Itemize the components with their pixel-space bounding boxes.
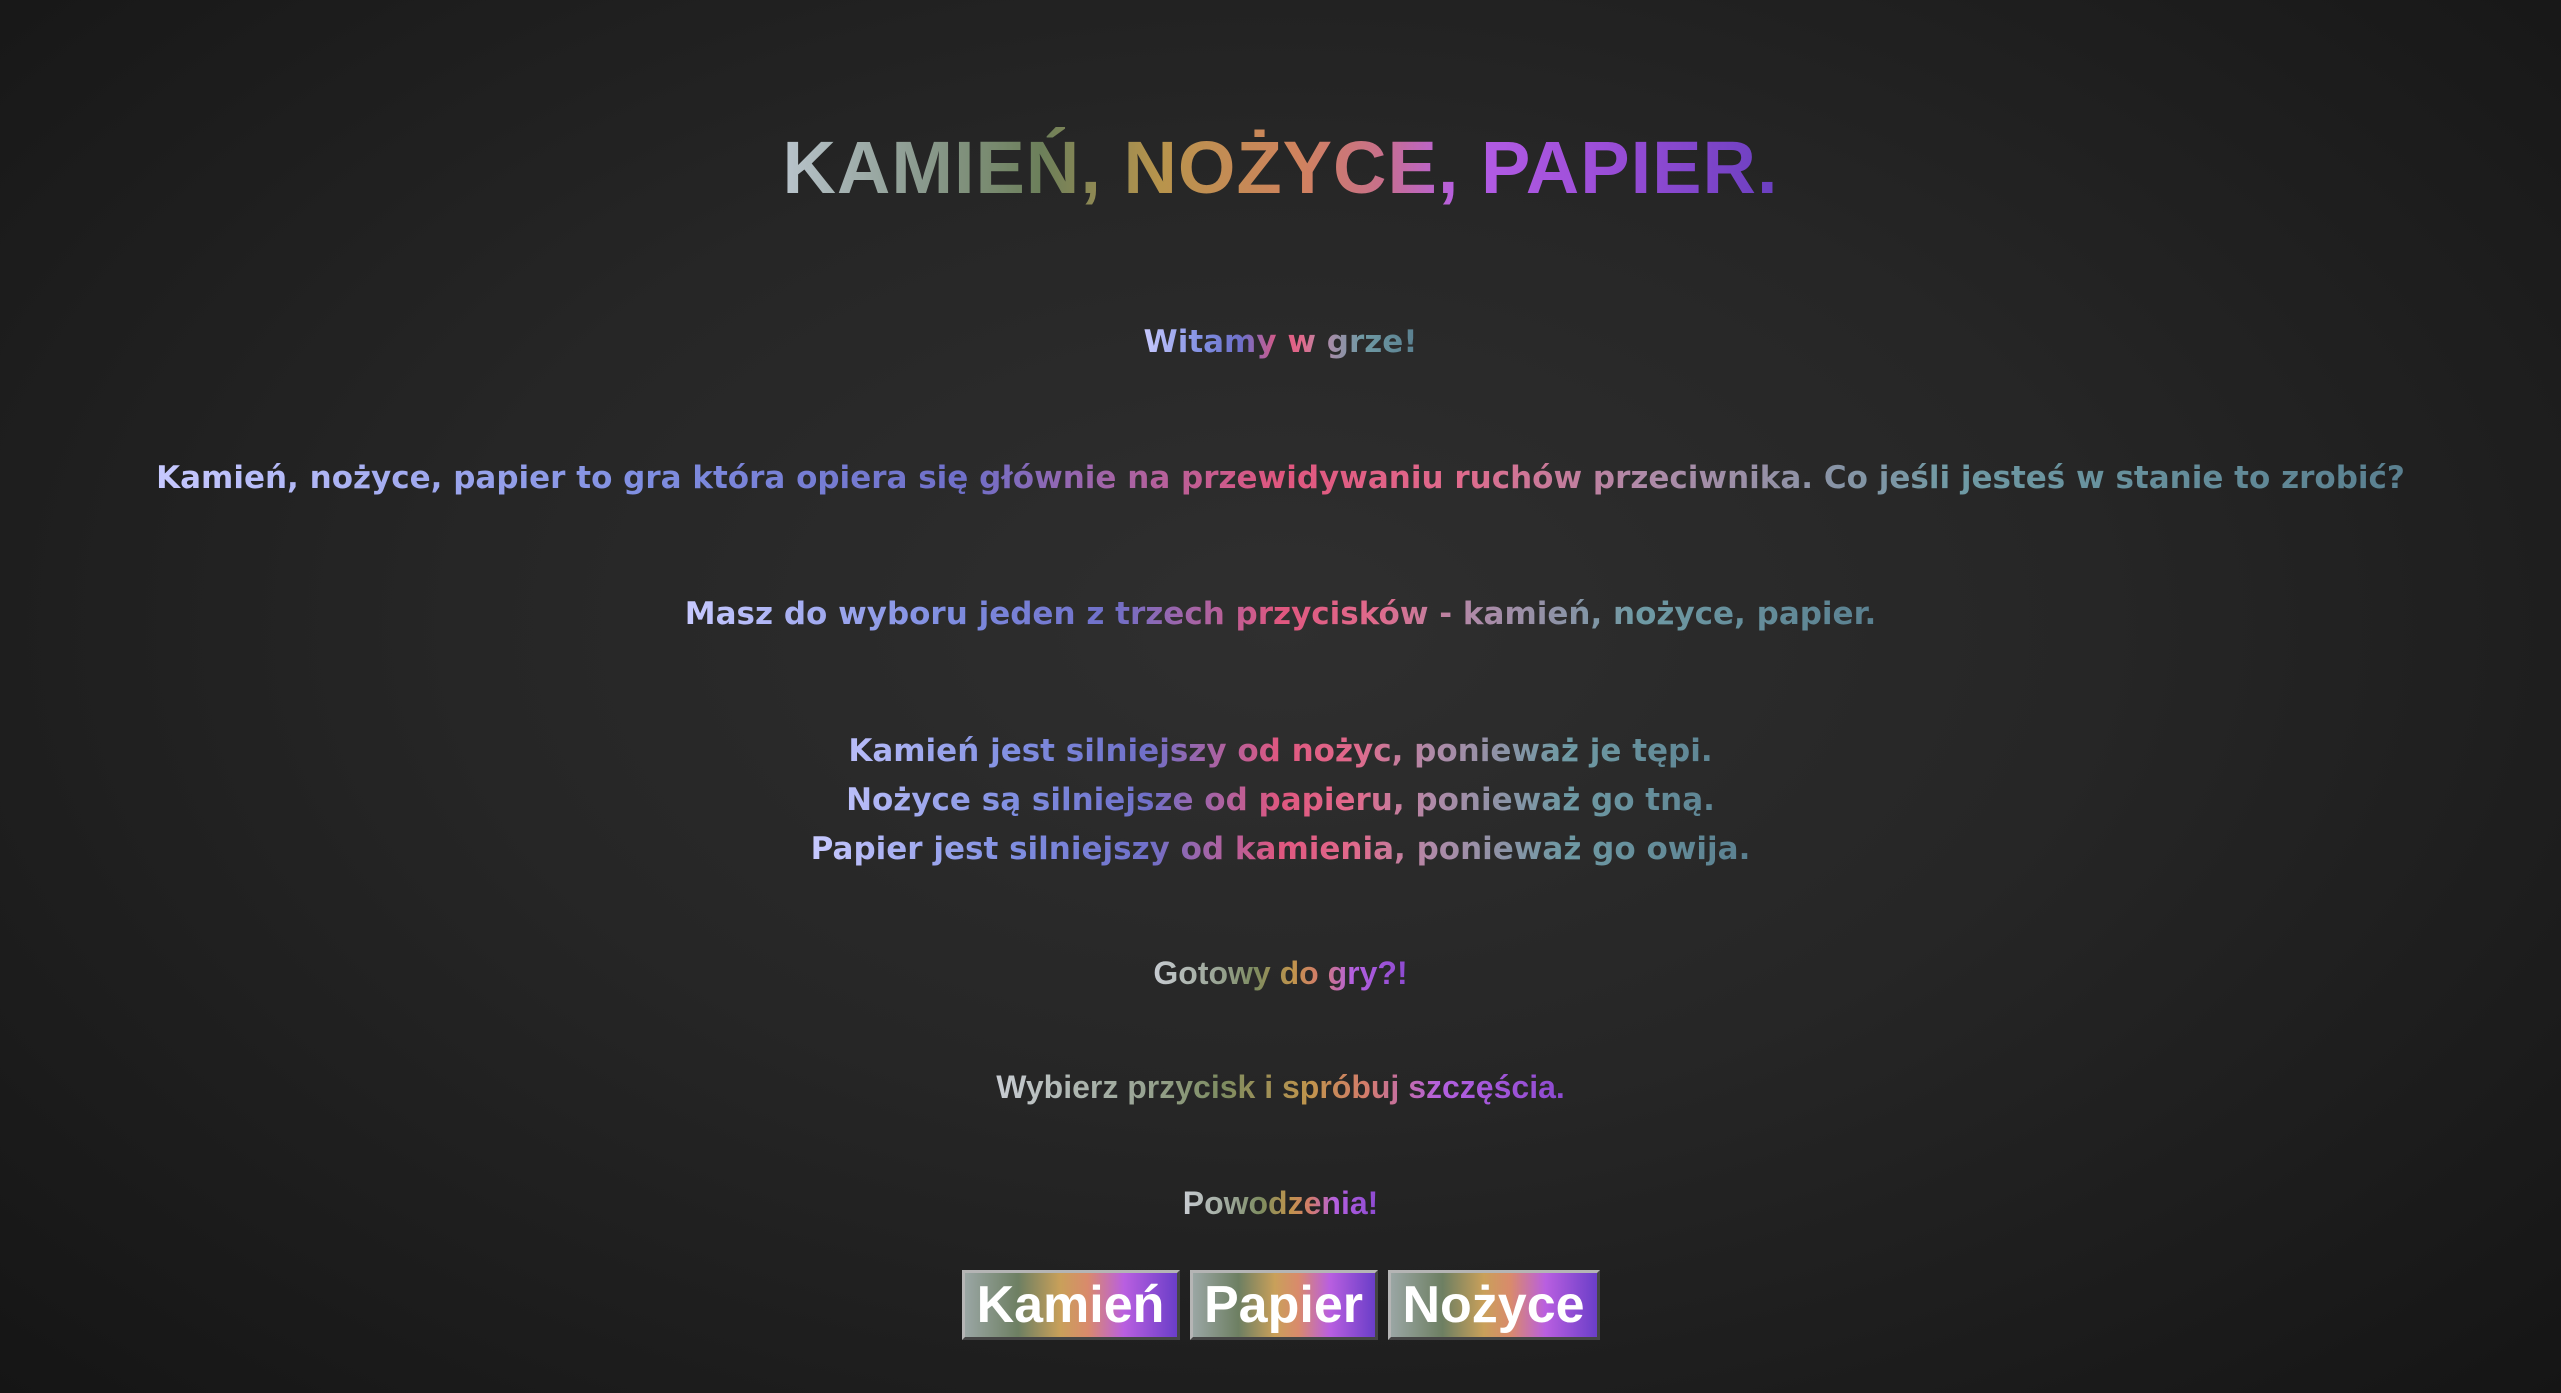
rule-line-scissors: Nożyce są silniejsze od papieru, poniewa…: [846, 782, 1715, 818]
good-luck-text: Powodzenia!: [1183, 1181, 1379, 1225]
good-luck-message: Powodzenia!: [0, 1181, 2561, 1225]
rule-line-paper: Papier jest silniejszy od kamienia, poni…: [810, 831, 1751, 867]
welcome-message: Witamy w grze!: [0, 320, 2561, 364]
welcome-text: Witamy w grze!: [1144, 320, 1418, 364]
choice-buttons: Kamień Papier Nożyce: [0, 1270, 2561, 1340]
rule-line-rock: Kamień jest silniejszy od nożyc, poniewa…: [848, 733, 1713, 769]
rock-button[interactable]: Kamień: [961, 1270, 1180, 1340]
rules-text: Kamień jest silniejszy od nożyc, poniewa…: [811, 727, 1751, 874]
game-title-text: KAMIEŃ, NOŻYCE, PAPIER.: [782, 118, 1778, 218]
paper-button[interactable]: Papier: [1189, 1270, 1378, 1340]
choose-paragraph: Masz do wyboru jeden z trzech przycisków…: [0, 592, 2561, 636]
ready-text: Gotowy do gry?!: [1153, 951, 1407, 995]
rules-block: Kamień jest silniejszy od nożyc, poniewa…: [0, 727, 2561, 874]
pick-instruction: Wybierz przycisk i spróbuj szczęścia.: [0, 1065, 2561, 1109]
ready-heading: Gotowy do gry?!: [0, 951, 2561, 995]
intro-paragraph: Kamień, nożyce, papier to gra która opie…: [0, 456, 2561, 500]
pick-text: Wybierz przycisk i spróbuj szczęścia.: [996, 1065, 1565, 1109]
game-title: KAMIEŃ, NOŻYCE, PAPIER.: [0, 118, 2561, 218]
intro-text: Kamień, nożyce, papier to gra która opie…: [156, 456, 2405, 500]
choose-text: Masz do wyboru jeden z trzech przycisków…: [685, 592, 1876, 636]
scissors-button[interactable]: Nożyce: [1387, 1270, 1600, 1340]
